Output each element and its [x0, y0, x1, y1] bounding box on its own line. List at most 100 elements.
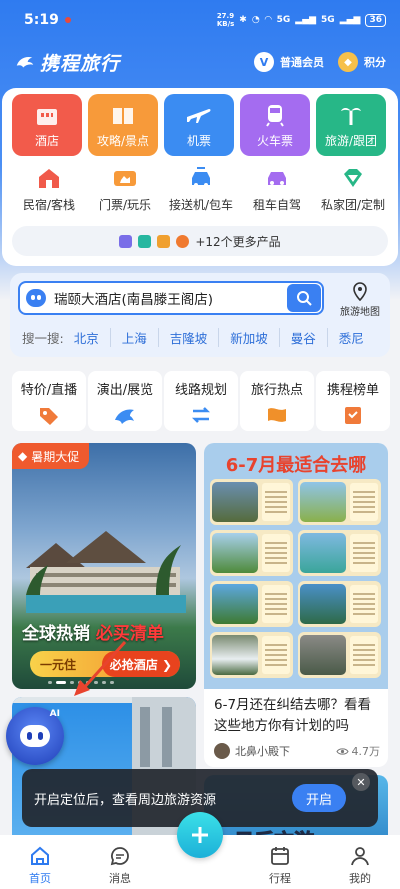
resort-photo: [26, 531, 186, 613]
robot-face-icon: [20, 725, 50, 747]
search-suggestions: 搜一搜: 北京 上海 吉隆坡 新加坡 曼谷 悉尼: [22, 327, 382, 347]
tool-route-planning[interactable]: 线路规划: [164, 371, 238, 431]
toast-message: 开启定位后，查看周边旅游资源: [34, 792, 217, 808]
tool-deals-live[interactable]: 特价/直播: [12, 371, 86, 431]
promo-tag-label: 暑期大促: [31, 449, 80, 464]
status-bar: 5:19 27.9 KB/s ✱ ◔ ◠ 5G ▂▄▆ 5G ▂▄▆ 36: [0, 0, 400, 40]
poster-photo-grid: [210, 479, 382, 683]
tile-hotel[interactable]: 酒店: [12, 94, 82, 156]
tool-shows[interactable]: 演出/展览: [88, 371, 162, 431]
money-bag-icon: [157, 234, 171, 248]
tile-car-rental[interactable]: 租车自驾: [238, 166, 316, 214]
map-pin-icon: [353, 282, 367, 302]
calendar-icon: [271, 847, 289, 865]
close-toast-button[interactable]: ✕: [352, 773, 370, 791]
status-time: 5:19: [24, 12, 59, 28]
ai-label: AI: [49, 709, 60, 719]
house-icon: [39, 169, 59, 188]
author-avatar: [214, 743, 230, 759]
net-speed: 27.9 KB/s: [216, 12, 235, 28]
signal-bars-icon: ▂▄▆: [295, 15, 317, 25]
tile-train[interactable]: 火车票: [240, 94, 310, 156]
ticket-icon: [114, 171, 136, 186]
tile-tours[interactable]: 旅游/跟团: [316, 94, 386, 156]
airplane-icon: [187, 109, 211, 123]
train-icon: [266, 105, 284, 127]
tile-private-tour[interactable]: 私家团/定制: [314, 166, 392, 214]
suggestion-keyword[interactable]: 曼谷: [278, 327, 327, 347]
ai-assistant-button[interactable]: AI: [6, 707, 64, 765]
suggestion-keyword[interactable]: 吉隆坡: [157, 327, 219, 347]
more-products-button[interactable]: +12个更多产品: [12, 226, 388, 256]
promo-tag: ◆ 暑期大促: [12, 443, 90, 469]
suggestion-keyword[interactable]: 北京: [74, 328, 110, 347]
palm-tree-icon: [341, 107, 361, 125]
views-count: 4.7万: [335, 743, 381, 759]
tool-label: 特价/直播: [20, 383, 78, 398]
eye-icon: [335, 747, 349, 755]
tile-label: 机票: [186, 134, 211, 148]
views-value: 4.7万: [351, 745, 381, 758]
tool-label: 线路规划: [174, 383, 227, 398]
search-input[interactable]: [54, 290, 287, 306]
route-arrows-icon: [191, 407, 211, 423]
points-button[interactable]: ◆ 积分: [338, 52, 386, 72]
tile-label: 私家团/定制: [320, 198, 386, 212]
home-icon: [31, 846, 49, 865]
ctrip-logo: 携程旅行: [14, 49, 120, 76]
tag-icon: [40, 408, 58, 425]
bluetooth-icon: ✱: [239, 15, 247, 25]
tile-label: 租车自驾: [252, 198, 301, 212]
ship-icon: [138, 234, 152, 248]
travel-map-label: 旅游地图: [340, 307, 380, 318]
tile-guide-attractions[interactable]: 攻略/景点: [88, 94, 158, 156]
search-icon: [297, 291, 312, 306]
tab-label: 行程: [269, 872, 291, 885]
article-meta: 北鼻小殿下 4.7万: [214, 743, 380, 759]
book-icon: [113, 108, 133, 124]
tile-tickets[interactable]: 门票/玩乐: [86, 166, 164, 214]
flag-icon: [268, 408, 286, 422]
search-card: 旅游地图 搜一搜: 北京 上海 吉隆坡 新加坡 曼谷 悉尼: [10, 273, 390, 357]
search-button[interactable]: [287, 284, 321, 312]
suggestion-keyword[interactable]: 上海: [109, 327, 158, 347]
article-poster: 6-7月最适合去哪: [204, 443, 388, 689]
poster-title: 6-7月最适合去哪: [225, 455, 367, 476]
pointer-arrow: [74, 640, 127, 696]
tile-homestay[interactable]: 民宿/客栈: [10, 166, 88, 214]
suggestion-keyword[interactable]: 新加坡: [218, 327, 279, 347]
tab-profile[interactable]: 我的: [320, 835, 400, 889]
tab-itinerary[interactable]: 行程: [240, 835, 320, 889]
article-card[interactable]: 6-7月最适合去哪 6-7月还在纠结去哪？看看这些地方你有计划的吗 北鼻小殿下 …: [204, 443, 388, 767]
bus-icon: [119, 234, 133, 248]
suggestions-label: 搜一搜:: [22, 330, 64, 346]
tile-label: 民宿/客栈: [22, 198, 76, 212]
tile-label: 接送机/包车: [168, 198, 234, 212]
tab-label: 消息: [109, 872, 131, 885]
tile-flights[interactable]: 机票: [164, 94, 234, 156]
tool-rankings[interactable]: 携程榜单: [316, 371, 390, 431]
tile-label: 旅游/跟团: [324, 134, 378, 148]
publish-plus-button[interactable]: [177, 812, 223, 858]
tile-airport-transfer[interactable]: 接送机/包车: [162, 166, 240, 214]
suggestion-keyword[interactable]: 悉尼: [326, 327, 375, 347]
tool-label: 携程榜单: [326, 383, 379, 398]
plus-icon: [192, 827, 208, 843]
enable-location-button[interactable]: 开启: [292, 784, 346, 812]
search-box[interactable]: [18, 281, 324, 315]
user-icon: [351, 847, 369, 866]
tile-label: 攻略/景点: [96, 134, 150, 148]
battery-icon: 36: [365, 13, 386, 27]
car-icon: [192, 167, 210, 187]
tab-home[interactable]: 首页: [0, 835, 80, 889]
coin-icon: [176, 234, 190, 248]
robot-assistant-icon: [26, 289, 46, 307]
dolphin-logo-icon: [16, 56, 34, 68]
more-products-label: +12个更多产品: [195, 234, 281, 249]
member-level-button[interactable]: V 普通会员: [254, 52, 324, 72]
tool-travel-hotspots[interactable]: 旅行热点: [240, 371, 314, 431]
tile-label: 酒店: [34, 134, 59, 148]
tab-messages[interactable]: 消息: [80, 835, 160, 889]
signal-5g-2: 5G: [321, 15, 335, 25]
travel-map-button[interactable]: 旅游地图: [334, 281, 386, 321]
